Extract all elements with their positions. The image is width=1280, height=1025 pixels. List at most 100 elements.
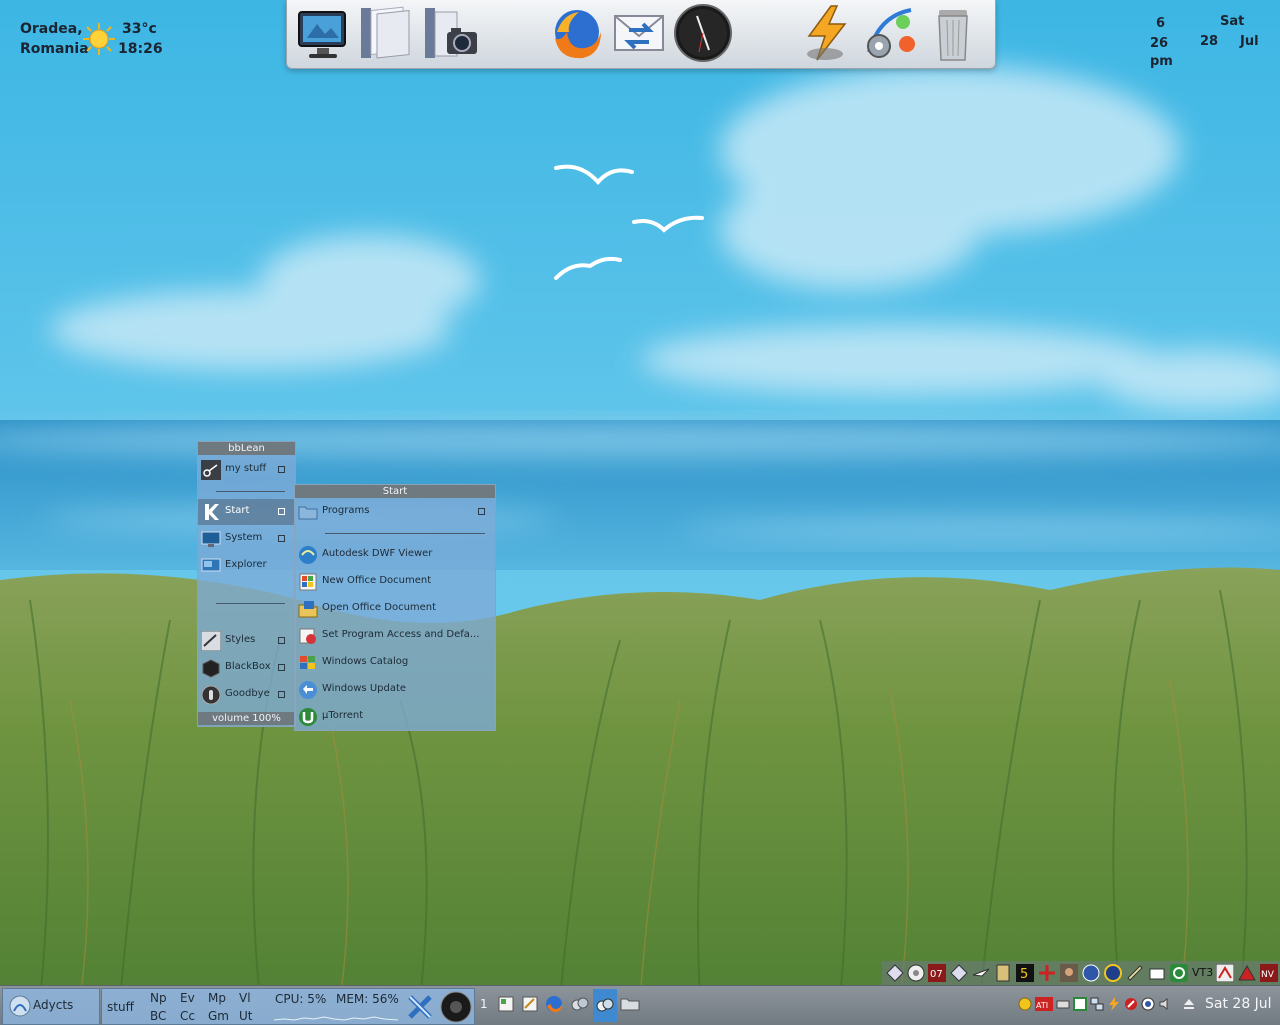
tray-shield-icon[interactable]	[1073, 997, 1087, 1011]
menu-item-programs[interactable]: Programs	[295, 499, 495, 525]
menu-item-system[interactable]: System	[198, 526, 295, 552]
tray-pencil-icon[interactable]	[1148, 964, 1166, 982]
menu-item-windows-update[interactable]: Windows Update	[295, 677, 495, 703]
tray-diamond-icon[interactable]	[886, 964, 904, 982]
shortcut-ut[interactable]: Ut	[239, 1009, 253, 1023]
desktop-wallpaper	[0, 0, 1280, 1024]
tray-target-icon[interactable]	[1141, 997, 1155, 1011]
menu-item-label: Autodesk DWF Viewer	[322, 548, 433, 559]
winamp-icon[interactable]	[797, 2, 857, 64]
menu-item-autodesk-dwf-viewer[interactable]: Autodesk DWF Viewer	[295, 542, 495, 568]
tray-nav-icon[interactable]: NV	[1260, 964, 1278, 982]
task-notepad-icon[interactable]	[496, 994, 516, 1014]
tray-ati-icon[interactable]: ATI	[1035, 997, 1053, 1011]
weather-country: Romania	[20, 41, 89, 57]
tray-diamond-icon[interactable]	[950, 964, 968, 982]
clock-icon[interactable]	[673, 2, 733, 64]
menu-item-new-office-document[interactable]: New Office Document	[295, 569, 495, 595]
workspace-label[interactable]: stuff	[107, 1000, 134, 1014]
autodesk-icon	[299, 546, 317, 564]
desktop-monitor-icon[interactable]	[293, 2, 353, 64]
tray-printer-icon[interactable]	[1056, 997, 1070, 1011]
shortcut-ev[interactable]: Ev	[180, 991, 195, 1005]
task-chat-active-icon	[596, 998, 614, 1012]
menu-item-windows-catalog[interactable]: Windows Catalog	[295, 650, 495, 676]
menu-item-goodbye[interactable]: Goodbye	[198, 682, 295, 708]
tray-recycle-icon[interactable]	[1170, 964, 1188, 982]
tray-warning-icon[interactable]	[1238, 964, 1256, 982]
weather-time: 18:26	[118, 41, 163, 57]
trash-icon[interactable]	[923, 2, 983, 64]
menu-item-my-stuff[interactable]: my stuff	[198, 457, 295, 483]
task-editor-icon[interactable]	[520, 994, 540, 1014]
date-widget: 6 26 pm Sat 28 Jul	[1138, 14, 1268, 74]
shortcut-gm[interactable]: Gm	[208, 1009, 229, 1023]
menu-item-label: Goodbye	[225, 688, 270, 699]
documents-icon[interactable]	[357, 2, 417, 64]
blackbox-icon	[202, 659, 220, 678]
tray-plane-icon[interactable]	[972, 964, 990, 982]
tray-cross-icon[interactable]	[1038, 964, 1056, 982]
volume-indicator[interactable]: volume 100%	[198, 712, 295, 725]
menu-item-blackbox[interactable]: BlackBox	[198, 655, 295, 681]
tray-lifebuoy-icon[interactable]	[907, 964, 925, 982]
menu-item-explorer[interactable]: Explorer	[198, 553, 295, 579]
menu-separator	[325, 533, 485, 534]
tray-calendar-icon[interactable]: 07	[928, 964, 946, 982]
menu-item-utorrent[interactable]: µTorrent	[295, 704, 495, 730]
app-x-icon[interactable]	[406, 993, 434, 1021]
task-active-highlight[interactable]	[593, 989, 617, 1022]
menu-item-label: µTorrent	[322, 710, 364, 721]
tray-globe-icon[interactable]	[1082, 964, 1100, 982]
tray-volume-icon[interactable]	[1158, 997, 1172, 1011]
shortcut-np[interactable]: Np	[150, 991, 167, 1005]
media-player-icon[interactable]	[440, 991, 472, 1023]
weather-city: Oradea,	[20, 21, 83, 37]
shortcut-mp[interactable]: Mp	[208, 991, 226, 1005]
shortcut-vl[interactable]: Vl	[239, 991, 251, 1005]
menu-item-set-program-access[interactable]: Set Program Access and Defa...	[295, 623, 495, 649]
menu-item-label: Set Program Access and Defa...	[322, 629, 480, 640]
taskbar-clock[interactable]: Sat 28 Jul	[1205, 996, 1272, 1012]
submenu-arrow-icon	[478, 508, 485, 515]
user-avatar-icon	[9, 995, 31, 1017]
explorer-icon	[201, 558, 221, 572]
pictures-camera-icon[interactable]	[421, 2, 481, 64]
menu-item-start[interactable]: Start	[198, 499, 295, 525]
shortcut-cc[interactable]: Cc	[180, 1009, 195, 1023]
task-firefox-icon[interactable]	[544, 994, 564, 1014]
tray-book-icon[interactable]	[994, 964, 1012, 982]
shortcut-bc[interactable]: BC	[150, 1009, 166, 1023]
goodbye-icon	[201, 685, 221, 705]
task-chat-icon[interactable]	[570, 994, 590, 1014]
tray-smiley-icon[interactable]	[1018, 997, 1032, 1011]
windows-update-icon	[299, 681, 317, 699]
task-folder-icon[interactable]	[620, 994, 640, 1014]
mail-sync-icon[interactable]	[609, 2, 669, 64]
system-tray-upper: 07 5 VT3 NV	[882, 961, 1280, 985]
menu-item-label: Styles	[225, 634, 256, 645]
kde-start-icon	[205, 504, 219, 520]
tray-badge-icon[interactable]	[1104, 964, 1122, 982]
menu-item-styles[interactable]: Styles	[198, 628, 295, 654]
tray-note-icon[interactable]	[1126, 964, 1144, 982]
tray-vt3-label[interactable]: VT3	[1192, 966, 1214, 984]
menu-separator	[216, 491, 285, 492]
tray-antivirus-icon[interactable]	[1124, 997, 1138, 1011]
settings-icon[interactable]	[859, 2, 919, 64]
tray-photo-icon[interactable]	[1060, 964, 1078, 982]
menu-item-open-office-document[interactable]: Open Office Document	[295, 596, 495, 622]
monitor-icon	[201, 531, 221, 547]
tray-network-icon[interactable]	[1090, 997, 1104, 1011]
firefox-icon[interactable]	[545, 2, 605, 64]
folder-icon	[298, 506, 318, 520]
menu-item-label: Programs	[322, 505, 370, 516]
date-day: 28	[1200, 34, 1219, 49]
tray-logo-icon[interactable]	[1215, 963, 1235, 983]
desktop-number[interactable]: 1	[480, 997, 488, 1011]
user-button[interactable]: Adycts	[2, 988, 100, 1025]
tray-eject-icon[interactable]	[1182, 997, 1196, 1011]
tray-flash-icon[interactable]	[1107, 997, 1121, 1011]
memory-usage: MEM: 56%	[336, 992, 399, 1006]
tray-five-icon[interactable]: 5	[1016, 964, 1034, 982]
